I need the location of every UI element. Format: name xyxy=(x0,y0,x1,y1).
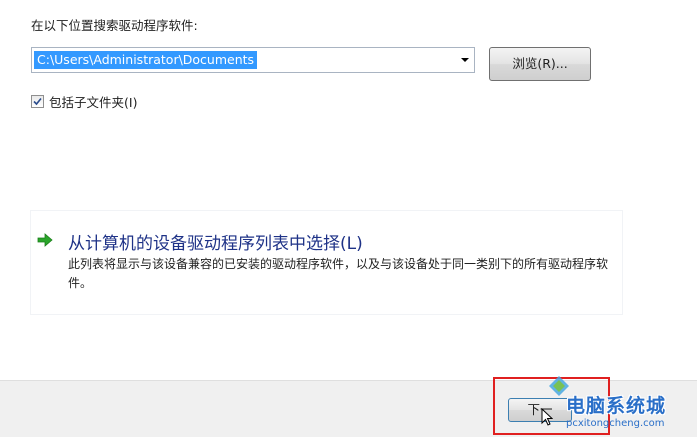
browse-button[interactable]: 浏览(R)... xyxy=(489,47,591,81)
search-location-label: 在以下位置搜索驱动程序软件: xyxy=(31,18,198,33)
watermark-text: 电脑系统城 xyxy=(566,395,667,417)
watermark-url: pcxitongcheng.com xyxy=(566,418,665,429)
include-subfolders-option[interactable]: 包括子文件夹(I) xyxy=(31,92,137,110)
checkmark-icon xyxy=(33,97,42,105)
pick-from-list-option[interactable]: 从计算机的设备驱动程序列表中选择(L) 此列表将显示与该设备兼容的已安装的驱动程… xyxy=(30,210,623,315)
pick-from-list-description: 此列表将显示与该设备兼容的已安装的驱动程序软件，以及与该设备处于同一类别下的所有… xyxy=(68,257,609,290)
search-path-combobox[interactable]: C:\Users\Administrator\Documents xyxy=(31,47,475,73)
include-subfolders-checkbox[interactable] xyxy=(31,94,44,108)
mouse-cursor-icon xyxy=(541,408,553,426)
pick-from-list-title[interactable]: 从计算机的设备驱动程序列表中选择(L) xyxy=(68,229,363,254)
search-path-input[interactable]: C:\Users\Administrator\Documents xyxy=(34,51,258,69)
include-subfolders-label: 包括子文件夹(I) xyxy=(49,94,138,110)
green-arrow-icon xyxy=(37,233,53,247)
chevron-down-icon[interactable] xyxy=(461,58,469,62)
